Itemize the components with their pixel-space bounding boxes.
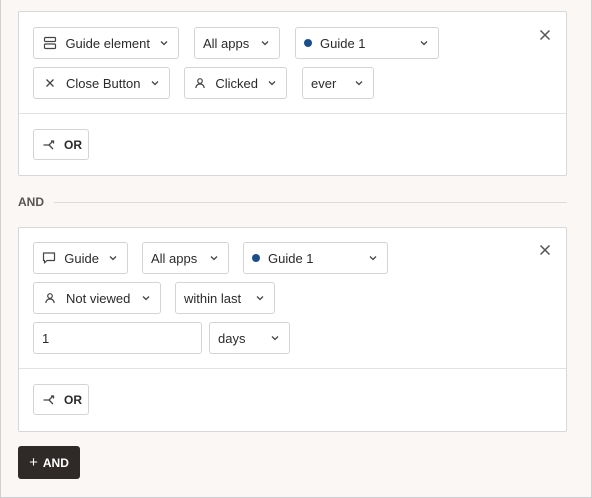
chevron-down-icon [367,252,379,264]
target-type-label: Guide element [65,35,150,51]
or-button[interactable]: OR [33,129,89,160]
user-icon [193,75,207,91]
close-icon[interactable] [537,242,553,258]
chevron-down-icon [353,77,365,89]
x-icon [42,75,58,91]
app-label: All apps [203,35,250,51]
app-select[interactable]: All apps [194,27,280,59]
add-and-label: AND [42,455,69,470]
message-icon [42,250,56,266]
and-divider: AND [18,192,567,212]
chevron-down-icon [140,292,152,304]
target-type-select[interactable]: Guide [33,242,128,274]
or-label: OR [64,392,82,407]
chevron-down-icon [107,252,119,264]
condition-group-1: Guide element All apps Guide 1 Close But… [18,11,567,176]
condition-group-2: Guide All apps Guide 1 Not viewed within… [18,227,567,432]
group-footer: OR [19,113,566,175]
amount-input[interactable] [33,322,202,354]
branch-icon [42,392,58,408]
group-footer: OR [19,368,566,431]
unit-select[interactable]: days [209,322,290,354]
target-type-select[interactable]: Guide element [33,27,179,59]
add-and-button[interactable]: + AND [18,446,80,479]
time-select[interactable]: within last [175,282,275,314]
close-icon[interactable] [537,27,553,43]
guide-label: Guide 1 [320,35,366,51]
time-select[interactable]: ever [302,67,374,99]
unit-label: days [218,330,246,346]
app-label: All apps [151,250,198,266]
chevron-down-icon [254,292,266,304]
chevron-down-icon [418,37,430,49]
user-icon [42,290,58,306]
chevron-down-icon [149,77,161,89]
guide-dot-icon [304,39,312,47]
layout-icon [42,35,57,51]
or-button[interactable]: OR [33,384,89,415]
guide-select[interactable]: Guide 1 [243,242,388,274]
chevron-down-icon [259,37,271,49]
guide-select[interactable]: Guide 1 [295,27,439,59]
guide-dot-icon [252,254,260,262]
action-select[interactable]: Clicked [184,67,287,99]
action-label: Clicked [215,75,258,91]
branch-icon [42,137,58,153]
or-label: OR [64,137,82,152]
chevron-down-icon [208,252,220,264]
time-label: within last [184,290,242,306]
action-label: Not viewed [66,290,131,306]
and-divider-label: AND [18,195,44,209]
target-type-label: Guide [64,250,99,266]
chevron-down-icon [158,37,170,49]
action-select[interactable]: Not viewed [33,282,161,314]
element-select[interactable]: Close Button [33,67,170,99]
chevron-down-icon [266,77,278,89]
chevron-down-icon [269,332,281,344]
app-select[interactable]: All apps [142,242,229,274]
divider-line [54,201,567,203]
time-label: ever [311,75,337,91]
plus-icon: + [29,454,38,471]
guide-label: Guide 1 [268,250,314,266]
element-label: Close Button [66,75,141,91]
